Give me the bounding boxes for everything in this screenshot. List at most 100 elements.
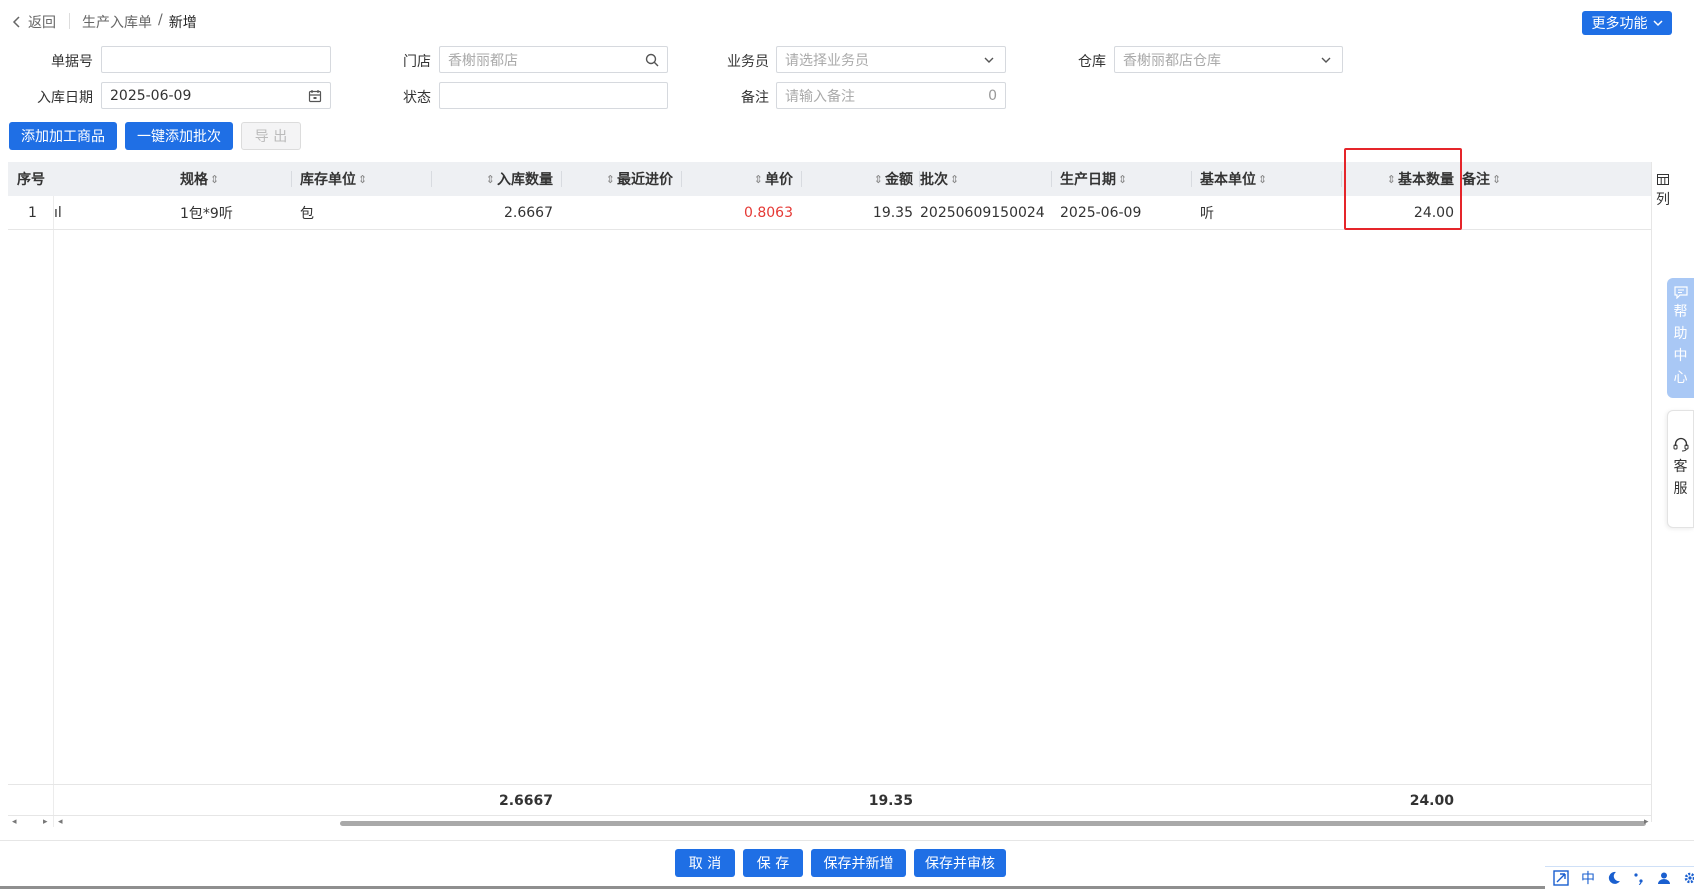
- in-date-value: 2025-06-09: [110, 87, 192, 104]
- col-base-unit[interactable]: 基本单位 ⇕: [1200, 162, 1340, 196]
- breadcrumb-separator: /: [158, 12, 163, 28]
- save-and-audit-button[interactable]: 保存并审核: [914, 849, 1006, 877]
- help-center-label: 帮 助 中 心: [1673, 304, 1688, 386]
- columns-icon: [1657, 174, 1669, 185]
- save-button[interactable]: 保 存: [743, 849, 803, 877]
- sort-icon[interactable]: ⇕: [754, 173, 763, 186]
- salesman-placeholder: 请选择业务员: [785, 52, 869, 69]
- salesman-select[interactable]: 请选择业务员: [776, 46, 1006, 73]
- breadcrumb-parent[interactable]: 生产入库单: [82, 12, 152, 32]
- table-totals-row: 2.6667 19.35 24.00: [8, 784, 1652, 816]
- warehouse-label: 仓库: [1078, 54, 1106, 70]
- doc-no-input[interactable]: [101, 46, 331, 73]
- chevron-left-icon: [12, 16, 22, 28]
- doc-no-label: 单据号: [51, 54, 93, 70]
- add-processed-goods-button[interactable]: 添加加工商品: [9, 122, 117, 150]
- headset-icon: [1673, 437, 1689, 452]
- sort-icon[interactable]: ⇕: [1387, 173, 1396, 186]
- cell-prod-date[interactable]: 2025-06-09: [1060, 196, 1190, 229]
- col-batch[interactable]: 批次 ⇕: [920, 162, 1050, 196]
- store-label: 门店: [403, 54, 431, 70]
- moon-icon[interactable]: [1607, 871, 1621, 885]
- scrollbar-thumb[interactable]: [340, 821, 1646, 826]
- col-unit-price[interactable]: ⇕ 单价: [683, 162, 793, 196]
- cell-base-unit: 听: [1200, 205, 1214, 222]
- punctuation-icon[interactable]: [1633, 871, 1645, 885]
- chevron-down-icon: [1652, 19, 1663, 27]
- user-icon[interactable]: [1657, 871, 1671, 885]
- message-icon: [1673, 286, 1688, 299]
- cell-seq: 1: [28, 204, 37, 221]
- in-date-label: 入库日期: [37, 90, 93, 106]
- cell-stock-unit[interactable]: 包: [300, 196, 430, 229]
- col-in-qty[interactable]: ⇕ 入库数量: [441, 162, 553, 196]
- col-base-qty[interactable]: ⇕ 基本数量: [1344, 162, 1454, 196]
- col-seq: 序号: [17, 172, 45, 188]
- add-batch-button[interactable]: 一键添加批次: [125, 122, 233, 150]
- sort-icon[interactable]: ⇕: [874, 173, 883, 186]
- cell-in-qty[interactable]: 2.6667: [441, 196, 553, 229]
- export-button[interactable]: 导 出: [241, 122, 301, 150]
- col-last-price[interactable]: ⇕ 最近进价: [563, 162, 673, 196]
- chevron-down-icon: [983, 53, 997, 67]
- remark-label: 备注: [741, 90, 769, 106]
- store-value: 香榭丽都店: [448, 52, 518, 69]
- cell-batch[interactable]: 20250609150024: [920, 196, 1050, 229]
- col-prod-date[interactable]: 生产日期 ⇕: [1060, 162, 1190, 196]
- breadcrumb-current: 新增: [168, 15, 197, 31]
- total-amount: 19.35: [868, 793, 913, 809]
- table-row[interactable]: 1 ıl 1包*9听 包 2.6667 0.8063 19.35 2025060…: [8, 196, 1652, 230]
- sort-icon[interactable]: ⇕: [486, 173, 495, 186]
- sort-icon[interactable]: ⇕: [1118, 173, 1127, 186]
- footer-actions: 取 消 保 存 保存并新增 保存并审核: [0, 840, 1694, 889]
- warehouse-select[interactable]: 香榭丽都店仓库: [1114, 46, 1343, 73]
- scroll-right-arrow[interactable]: ▸: [43, 817, 48, 827]
- remark-input[interactable]: 请输入备注 0: [776, 82, 1006, 109]
- cell-name[interactable]: ıl: [54, 196, 114, 229]
- ime-switch-icon[interactable]: [1553, 870, 1569, 886]
- export-label: 导 出: [254, 129, 288, 145]
- cell-last-price: [563, 196, 673, 229]
- scroll-left-arrow[interactable]: ◂: [12, 817, 17, 827]
- sort-icon[interactable]: ⇕: [606, 173, 615, 186]
- scroll-left-arrow[interactable]: ◂: [58, 817, 63, 827]
- cell-remark[interactable]: [1462, 196, 1562, 229]
- sort-icon[interactable]: ⇕: [1258, 173, 1267, 186]
- more-functions-label: 更多功能: [1591, 16, 1648, 32]
- sort-icon[interactable]: ⇕: [358, 173, 367, 186]
- breadcrumb: 生产入库单 / 新增: [82, 12, 197, 32]
- gear-icon[interactable]: [1683, 871, 1694, 885]
- back-button[interactable]: 返回: [12, 12, 56, 32]
- cancel-button[interactable]: 取 消: [675, 849, 735, 877]
- cell-base-qty: 24.00: [1413, 204, 1454, 221]
- save-and-new-button[interactable]: 保存并新增: [811, 849, 906, 877]
- column-settings-button[interactable]: 列: [1652, 174, 1674, 209]
- in-date-picker[interactable]: 2025-06-09: [101, 82, 331, 109]
- cell-amount[interactable]: 19.35: [803, 196, 913, 229]
- warehouse-value: 香榭丽都店仓库: [1123, 52, 1221, 69]
- customer-service-tab[interactable]: 客 服: [1667, 410, 1694, 528]
- add-processed-goods-label: 添加加工商品: [21, 129, 105, 145]
- ime-language-toggle[interactable]: 中: [1581, 868, 1595, 888]
- table-header: 序号 规格 ⇕ 库存单位 ⇕ ⇕ 入库数量 ⇕ 最近进价 ⇕ 单价 ⇕ 金额 批次 ⇕ 生产日…: [8, 162, 1652, 196]
- sort-icon[interactable]: ⇕: [210, 173, 219, 186]
- status-label: 状态: [403, 90, 431, 106]
- scroll-right-arrow[interactable]: ▸: [1644, 817, 1649, 827]
- sort-icon[interactable]: ⇕: [1492, 173, 1501, 186]
- col-stock-unit[interactable]: 库存单位 ⇕: [300, 162, 440, 196]
- customer-service-label: 客 服: [1673, 459, 1688, 497]
- more-functions-button[interactable]: 更多功能: [1582, 11, 1672, 35]
- store-input[interactable]: 香榭丽都店: [439, 46, 668, 73]
- total-in-qty: 2.6667: [498, 793, 553, 809]
- cell-unit-price[interactable]: 0.8063: [683, 196, 793, 229]
- col-spec[interactable]: 规格 ⇕: [180, 162, 290, 196]
- help-center-tab[interactable]: 帮 助 中 心: [1667, 278, 1694, 398]
- horizontal-scrollbar[interactable]: ◂ ▸ ◂ ▸: [8, 816, 1652, 830]
- sort-icon[interactable]: ⇕: [950, 173, 959, 186]
- col-remark[interactable]: 备注 ⇕: [1462, 162, 1562, 196]
- column-settings-label: 列: [1656, 192, 1670, 208]
- remark-placeholder: 请输入备注: [785, 88, 855, 105]
- search-icon[interactable]: [645, 53, 659, 67]
- col-amount[interactable]: ⇕ 金额: [803, 162, 913, 196]
- status-field[interactable]: [439, 82, 668, 109]
